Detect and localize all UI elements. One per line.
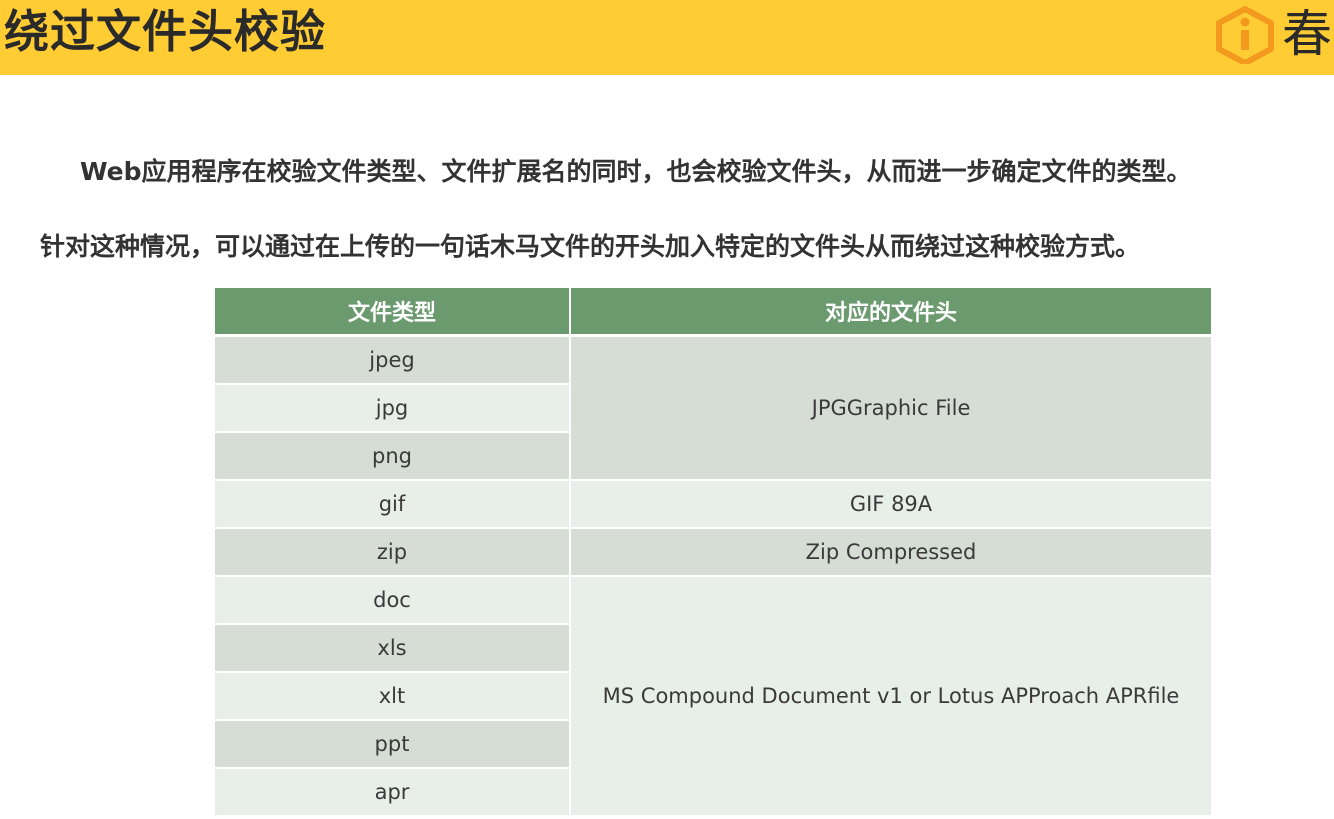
- header-bar: 绕过文件头校验 春: [0, 0, 1334, 75]
- file-signature-table: 文件类型 对应的文件头 jpeg JPGGraphic File jpg png…: [215, 288, 1211, 815]
- table-row: jpeg JPGGraphic File: [215, 334, 1211, 480]
- table-row: doc MS Compound Document v1 or Lotus APP…: [215, 575, 1211, 815]
- cell-file-type: xlt: [215, 671, 571, 720]
- table-row: gif GIF 89A: [215, 479, 1211, 528]
- cell-file-type: gif: [215, 479, 571, 528]
- table-header-row: 文件类型 对应的文件头: [215, 288, 1211, 337]
- brand-logo-glyph: 春: [1282, 5, 1332, 63]
- cell-file-type: jpeg: [215, 334, 571, 384]
- page-title: 绕过文件头校验: [4, 5, 327, 58]
- cell-file-signature: JPGGraphic File: [570, 334, 1211, 480]
- intro-line-2: 针对这种情况，可以通过在上传的一句话木马文件的开头加入特定的文件头从而绕过这种校…: [40, 232, 1141, 261]
- cell-file-type: xls: [215, 623, 571, 672]
- intro-line-1: Web应用程序在校验文件类型、文件扩展名的同时，也会校验文件头，从而进一步确定文…: [80, 157, 1192, 186]
- cell-file-signature: MS Compound Document v1 or Lotus APProac…: [570, 575, 1211, 815]
- cell-file-type: ppt: [215, 719, 571, 768]
- cell-file-type: apr: [215, 767, 571, 815]
- header-file-type: 文件类型: [215, 288, 571, 337]
- cell-file-type: png: [215, 431, 571, 480]
- brand-logo-icon: [1216, 6, 1274, 64]
- cell-file-type: zip: [215, 527, 571, 576]
- table-row: zip Zip Compressed: [215, 527, 1211, 576]
- brand-logo: 春: [1214, 6, 1334, 64]
- cell-file-signature: GIF 89A: [570, 479, 1211, 528]
- cell-file-type: jpg: [215, 383, 571, 432]
- header-file-signature: 对应的文件头: [570, 288, 1211, 337]
- cell-file-type: doc: [215, 575, 571, 624]
- cell-file-signature: Zip Compressed: [570, 527, 1211, 576]
